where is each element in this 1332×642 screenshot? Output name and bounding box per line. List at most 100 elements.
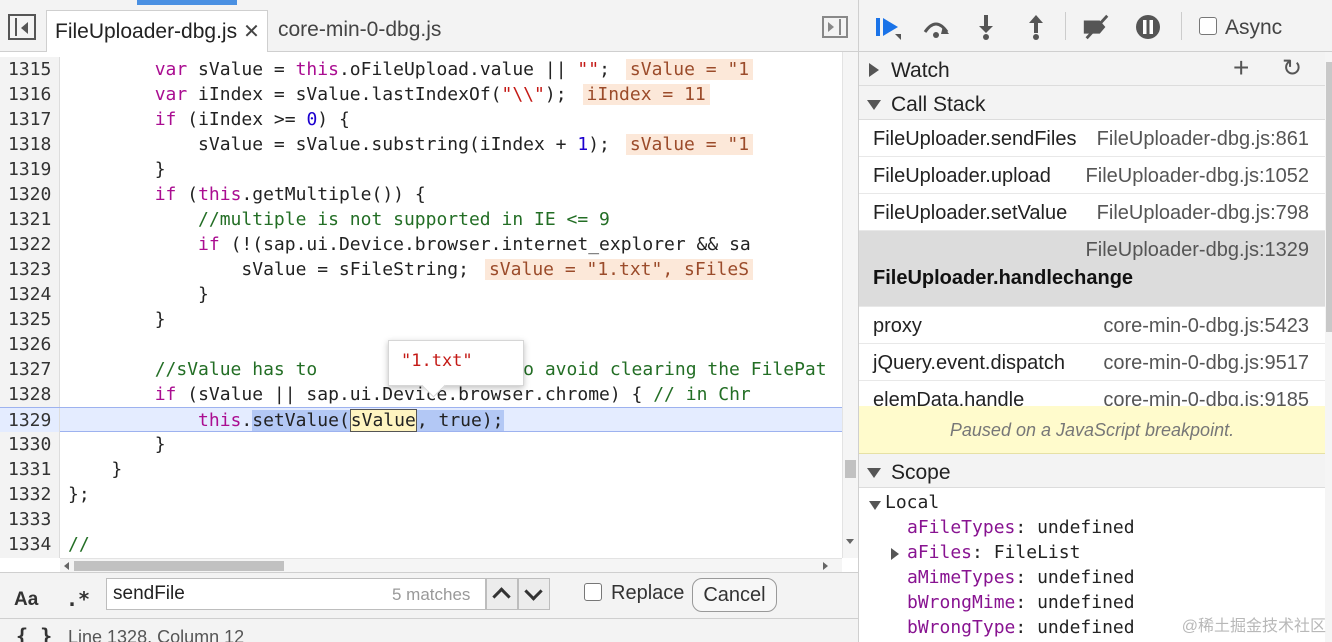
local-scope-header[interactable]: Local	[859, 492, 1325, 517]
code-line[interactable]: 1315 var sValue = this.oFileUpload.value…	[0, 57, 842, 82]
scroll-left-arrow-icon[interactable]	[64, 562, 69, 570]
tab-core-min-dbg[interactable]: core-min-0-dbg.js	[270, 10, 449, 52]
line-number[interactable]: 1317	[0, 107, 60, 132]
resume-icon[interactable]	[873, 12, 903, 42]
watch-section-header[interactable]: Watch + ↻	[859, 52, 1325, 86]
call-frame[interactable]: FileUploader.upload FileUploader-dbg.js:1…	[859, 157, 1325, 194]
call-frame[interactable]: FileUploader.sendFiles FileUploader-dbg.j…	[859, 120, 1325, 157]
call-frame-selected[interactable]: FileUploader.handlechange FileUploader-db…	[859, 231, 1325, 307]
scope-variable[interactable]: aFiles: FileList	[859, 542, 1325, 567]
editor-vertical-scrollbar[interactable]	[842, 52, 858, 558]
line-number[interactable]: 1319	[0, 157, 60, 182]
code-line[interactable]: 1319 }	[0, 157, 842, 182]
editor-horizontal-scrollbar[interactable]	[60, 558, 842, 572]
line-number[interactable]: 1329	[0, 408, 60, 433]
async-checkbox[interactable]	[1199, 17, 1217, 35]
close-tab-icon[interactable]: ✕	[243, 19, 260, 44]
code-line[interactable]: 1323 sValue = sFileString; sValue = "1.tx…	[0, 257, 842, 282]
code-line[interactable]: 1317 if (iIndex >= 0) {	[0, 107, 842, 132]
code-token: );	[588, 134, 610, 155]
previous-match-button[interactable]	[486, 578, 518, 610]
code-token: "\\"	[501, 84, 545, 105]
call-frame[interactable]: proxy core-min-0-dbg.js:5423	[859, 307, 1325, 344]
code-line[interactable]: 1325 }	[0, 307, 842, 332]
replace-checkbox[interactable]	[584, 583, 602, 601]
line-number[interactable]: 1321	[0, 207, 60, 232]
scroll-right-arrow-icon[interactable]	[823, 562, 828, 570]
line-number[interactable]: 1318	[0, 132, 60, 157]
line-number[interactable]: 1323	[0, 257, 60, 282]
call-frame[interactable]: jQuery.event.dispatch core-min-0-dbg.js:9…	[859, 344, 1325, 381]
line-number[interactable]: 1334	[0, 532, 60, 557]
code-line[interactable]: 1331 }	[0, 457, 842, 482]
tab-fileuploader-dbg[interactable]: FileUploader-dbg.js ✕	[46, 10, 268, 52]
frame-location-link[interactable]: FileUploader-dbg.js:1052	[1086, 165, 1309, 188]
code-line[interactable]: 1334 //	[0, 532, 842, 557]
line-number[interactable]: 1322	[0, 232, 60, 257]
scroll-thumb[interactable]	[74, 561, 284, 571]
line-number[interactable]: 1320	[0, 182, 60, 207]
line-number[interactable]: 1326	[0, 332, 60, 357]
scroll-down-arrow-icon[interactable]	[846, 539, 854, 544]
scroll-thumb[interactable]	[845, 460, 856, 478]
code-line[interactable]: 1320 if (this.getMultiple()) {	[0, 182, 842, 207]
code-line[interactable]: 1322 if (!(sap.ui.Device.browser.interne…	[0, 232, 842, 257]
next-match-button[interactable]	[518, 578, 550, 610]
code-line[interactable]: 1332};	[0, 482, 842, 507]
step-out-icon[interactable]	[1021, 12, 1051, 42]
toggle-debugger-sidebar-icon[interactable]	[822, 16, 848, 38]
frame-location-link[interactable]: FileUploader-dbg.js:798	[1097, 202, 1309, 225]
inline-variable-value: sValue = "1	[625, 59, 754, 80]
expand-caret-icon[interactable]	[891, 548, 899, 560]
frame-location-link[interactable]: core-min-0-dbg.js:5423	[1103, 315, 1309, 338]
call-stack-section-header[interactable]: Call Stack	[859, 86, 1325, 120]
scope-variable[interactable]: aFileTypes: undefined	[859, 517, 1325, 542]
scope-section-header[interactable]: Scope	[859, 454, 1325, 488]
line-number[interactable]: 1332	[0, 482, 60, 507]
sidebar-scrollbar[interactable]	[1325, 52, 1332, 642]
line-number[interactable]: 1330	[0, 432, 60, 457]
code-line[interactable]: 1330 }	[0, 432, 842, 457]
line-number[interactable]: 1324	[0, 282, 60, 307]
code-area[interactable]: 1315 var sValue = this.oFileUpload.value…	[0, 52, 842, 558]
refresh-watch-icon[interactable]: ↻	[1282, 54, 1302, 83]
line-number[interactable]: 1333	[0, 507, 60, 532]
frame-location-link[interactable]: core-min-0-dbg.js:9517	[1103, 352, 1309, 375]
call-frame[interactable]: FileUploader.setValue FileUploader-dbg.js…	[859, 194, 1325, 231]
pause-on-exceptions-icon[interactable]	[1133, 12, 1163, 42]
code-line[interactable]: 1321 //multiple is not supported in IE <…	[0, 207, 842, 232]
step-into-icon[interactable]	[971, 12, 1001, 42]
code-token: this	[198, 410, 242, 431]
cancel-search-button[interactable]: Cancel	[692, 578, 777, 612]
regex-toggle[interactable]: .*	[66, 587, 90, 611]
line-number[interactable]: 1315	[0, 57, 60, 82]
code-line[interactable]: 1318 sValue = sValue.substring(iIndex + …	[0, 132, 842, 157]
watch-title: Watch	[891, 59, 950, 82]
frame-location-link[interactable]: FileUploader-dbg.js:1329	[1086, 239, 1309, 262]
line-number[interactable]: 1325	[0, 307, 60, 332]
scope-variable[interactable]: aMimeTypes: undefined	[859, 567, 1325, 592]
line-number[interactable]: 1327	[0, 357, 60, 382]
code-text: if (!(sap.ui.Device.browser.internet_exp…	[68, 232, 751, 257]
code-token: 1	[577, 134, 589, 155]
step-over-icon[interactable]	[921, 12, 951, 42]
expand-caret-icon[interactable]	[869, 501, 881, 510]
code-line[interactable]: 1333	[0, 507, 842, 532]
code-token: var	[154, 84, 188, 105]
frame-location-link[interactable]: FileUploader-dbg.js:861	[1097, 128, 1309, 151]
line-number[interactable]: 1328	[0, 382, 60, 407]
current-execution-line[interactable]: 1329 this.setValue(sValue, true);	[0, 407, 842, 433]
line-number[interactable]: 1316	[0, 82, 60, 107]
pretty-print-icon[interactable]: { }	[16, 624, 52, 642]
scroll-thumb[interactable]	[1326, 62, 1332, 332]
code-token: sValue = sValue.substring(iIndex +	[68, 134, 578, 155]
code-line[interactable]: 1324 }	[0, 282, 842, 307]
line-number[interactable]: 1335	[0, 557, 60, 558]
code-line[interactable]: 1316 var iIndex = sValue.lastIndexOf("\\…	[0, 82, 842, 107]
add-watch-icon[interactable]: +	[1233, 52, 1249, 84]
match-case-toggle[interactable]: Aa	[14, 589, 38, 611]
line-number[interactable]: 1331	[0, 457, 60, 482]
toggle-navigator-icon[interactable]	[8, 14, 36, 40]
deactivate-breakpoints-icon[interactable]	[1081, 12, 1111, 42]
